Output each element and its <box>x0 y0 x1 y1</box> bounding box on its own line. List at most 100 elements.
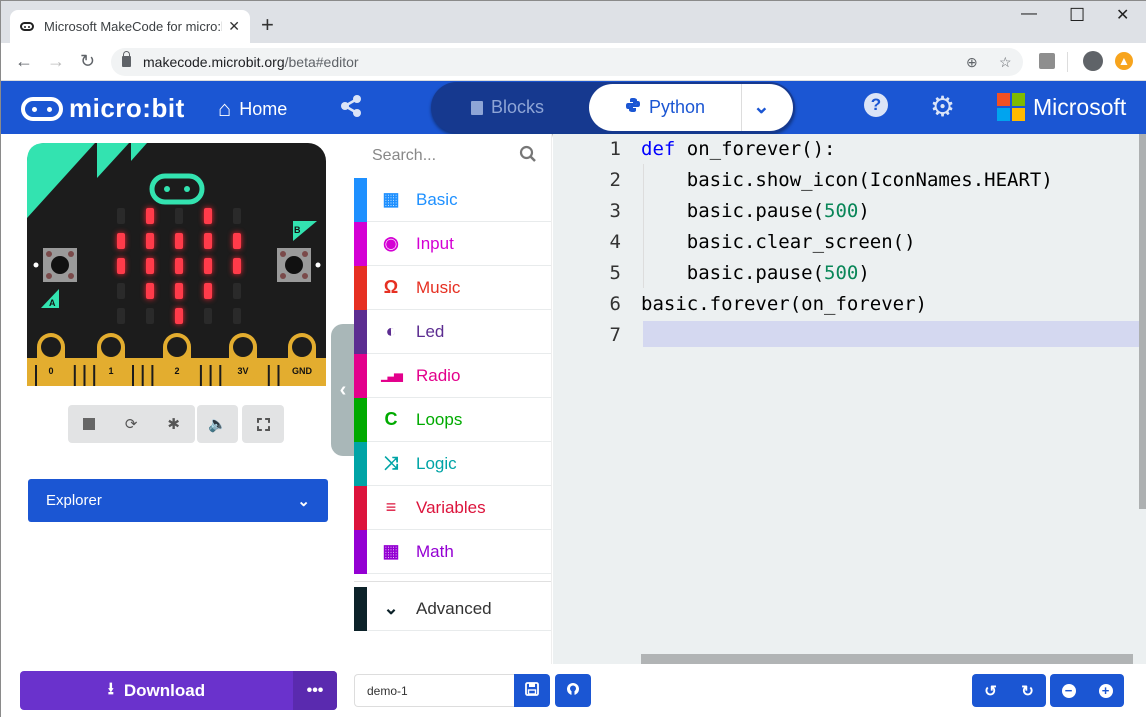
led-off <box>175 208 183 224</box>
list-icon: ≡ <box>385 497 397 517</box>
edge-connector-strip <box>141 365 144 386</box>
toolbox-category-math[interactable]: ▦ Math <box>354 530 551 574</box>
line-number: 7 <box>609 324 621 346</box>
number-token: 500 <box>824 262 859 284</box>
edge-connector-strip <box>267 365 270 386</box>
download-button-group: ⭳ Download ••• <box>20 671 337 710</box>
zoom-icon[interactable]: ⊕ <box>966 48 978 76</box>
reload-icon[interactable]: ↻ <box>80 51 95 72</box>
browser-tab[interactable]: Microsoft MakeCode for micro:bit ✕ <box>10 10 250 43</box>
maximize-button[interactable]: ☐ <box>1069 5 1085 26</box>
code-line[interactable]: 7 <box>553 320 1143 351</box>
vertical-scrollbar[interactable] <box>1139 134 1146 509</box>
explorer-button[interactable]: Explorer ⌄ <box>28 479 328 522</box>
zoom-in-icon[interactable]: + <box>1098 683 1113 698</box>
undo-icon[interactable]: ↺ <box>984 682 997 700</box>
code-editor[interactable]: 1 def on_forever(): 2 basic.show_icon(Icon… <box>553 134 1146 664</box>
help-icon[interactable]: ? <box>864 93 888 117</box>
horizontal-scrollbar[interactable] <box>641 654 1133 664</box>
button-a-label: A <box>49 298 56 308</box>
code-line[interactable]: 3 basic.pause(500) <box>553 196 1143 227</box>
lock-icon <box>122 51 131 67</box>
pin-3v[interactable]: 3V <box>229 333 257 383</box>
code-line[interactable]: 1 def on_forever(): <box>553 134 1143 165</box>
bookmark-star-icon[interactable]: ☆ <box>999 48 1012 76</box>
led-on <box>146 233 154 249</box>
pin-1[interactable]: 1 <box>97 333 125 383</box>
download-button[interactable]: ⭳ Download <box>20 671 293 710</box>
led-on <box>175 258 183 274</box>
code-line[interactable]: 5 basic.pause(500) <box>553 258 1143 289</box>
code-token: basic.forever(on_forever) <box>641 293 927 315</box>
forward-arrow-icon[interactable]: → <box>47 51 65 72</box>
code-line[interactable]: 6 basic.forever(on_forever) <box>553 289 1143 320</box>
pin-2[interactable]: 2 <box>163 333 191 383</box>
toolbox: Search... ▦ Basic ◉ Input Ω Music ◐ Led … <box>354 134 552 664</box>
led-on <box>117 233 125 249</box>
save-button[interactable] <box>514 674 550 707</box>
mute-button[interactable]: 🔈 <box>197 405 238 443</box>
search-icon[interactable] <box>519 145 537 168</box>
microbit-logo[interactable]: micro:bit <box>21 93 185 124</box>
toggle-icon: ◐ <box>385 321 397 341</box>
simulator-controls: ⟳ ✱ <box>68 405 195 443</box>
stop-icon[interactable] <box>82 418 95 430</box>
toolbox-category-variables[interactable]: ≡ Variables <box>354 486 551 530</box>
toolbox-category-radio[interactable]: ▁▃▅ Radio <box>354 354 551 398</box>
line-number: 3 <box>609 200 621 222</box>
code-line[interactable]: 2 basic.show_icon(IconNames.HEART) <box>553 165 1143 196</box>
restart-icon[interactable]: ⟳ <box>125 415 138 433</box>
toolbox-category-loops[interactable]: C Loops <box>354 398 551 442</box>
redo-icon[interactable]: ↻ <box>1021 682 1034 700</box>
toolbox-category-logic[interactable]: ⤨ Logic <box>354 442 551 486</box>
pin-0[interactable]: 0 <box>37 333 65 383</box>
chevron-left-icon: ‹ <box>339 379 347 401</box>
app-header: micro:bit ⌂ Home Blocks Python ⌄ ? ⚙ Mic… <box>1 81 1146 134</box>
led-off <box>117 208 125 224</box>
fullscreen-button[interactable] <box>242 405 284 443</box>
blocks-mode-button[interactable]: Blocks <box>471 97 544 118</box>
toolbox-category-input[interactable]: ◉ Input <box>354 222 551 266</box>
share-icon[interactable] <box>339 94 363 124</box>
python-label: Python <box>649 97 706 117</box>
toolbox-category-advanced[interactable]: ⌄ Advanced <box>354 587 551 631</box>
language-dropdown-chevron-icon[interactable]: ⌄ <box>753 94 770 119</box>
home-button[interactable]: ⌂ Home <box>218 96 287 122</box>
pin-label: 3V <box>237 366 248 376</box>
python-logo-icon <box>625 97 641 118</box>
code-text: basic.clear_screen() <box>641 227 916 258</box>
pin-gnd[interactable]: GND <box>288 333 316 383</box>
code-line[interactable]: 4 basic.clear_screen() <box>553 227 1143 258</box>
project-name-input[interactable] <box>354 674 514 707</box>
code-text: basic.pause(500) <box>641 258 870 289</box>
url-field[interactable]: makecode.microbit.org/beta#editor ⊕ ☆ <box>111 48 1023 76</box>
github-button[interactable] <box>555 674 591 707</box>
more-options-button[interactable]: ••• <box>293 671 337 710</box>
edge-connector-strip <box>93 365 96 386</box>
microbit-board[interactable]: A B 0 1 2 3V GND <box>27 143 326 386</box>
led-on <box>175 308 183 324</box>
search-input[interactable]: Search... <box>372 147 436 165</box>
microsoft-logo[interactable]: Microsoft <box>997 93 1126 121</box>
extension-icon[interactable] <box>1039 53 1055 69</box>
update-icon[interactable]: ▲ <box>1115 52 1133 70</box>
led-on <box>233 233 241 249</box>
gear-icon[interactable]: ⚙ <box>930 90 955 123</box>
new-tab-button[interactable]: + <box>261 12 274 38</box>
profile-avatar-icon[interactable] <box>1083 51 1103 71</box>
python-mode-button[interactable]: Python ⌄ <box>589 84 793 131</box>
toolbox-search[interactable]: Search... <box>354 134 551 178</box>
collapse-simulator-button[interactable]: ‹ <box>331 324 355 456</box>
minimize-button[interactable]: — <box>1021 5 1037 23</box>
back-arrow-icon[interactable]: ← <box>15 51 33 72</box>
edge-connector-strip <box>219 365 222 386</box>
toolbox-category-led[interactable]: ◐ Led <box>354 310 551 354</box>
zoom-out-icon[interactable]: − <box>1061 683 1076 698</box>
category-label: Logic <box>416 453 457 473</box>
window-close-button[interactable]: ✕ <box>1116 5 1129 25</box>
toolbox-category-basic[interactable]: ▦ Basic <box>354 178 551 222</box>
code-text: def on_forever(): <box>641 134 835 165</box>
debug-bug-icon[interactable]: ✱ <box>167 415 180 433</box>
toolbox-category-music[interactable]: Ω Music <box>354 266 551 310</box>
tab-close-icon[interactable]: ✕ <box>228 18 240 35</box>
